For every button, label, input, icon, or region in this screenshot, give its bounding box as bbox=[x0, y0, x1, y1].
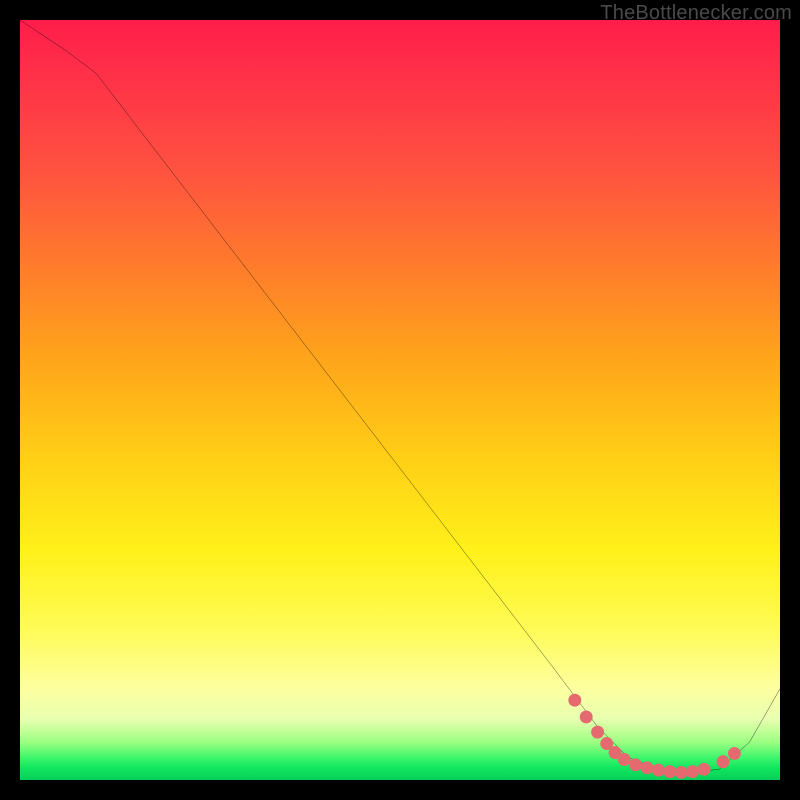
data-marker bbox=[591, 726, 604, 739]
bottleneck-curve bbox=[20, 20, 780, 772]
data-marker bbox=[568, 694, 581, 707]
data-marker bbox=[618, 753, 631, 766]
plot-area bbox=[20, 20, 780, 780]
chart-frame: TheBottlenecker.com bbox=[0, 0, 800, 800]
data-marker bbox=[728, 747, 741, 760]
data-marker bbox=[629, 758, 642, 771]
data-marker bbox=[675, 766, 688, 779]
data-marker bbox=[717, 755, 730, 768]
data-marker bbox=[686, 765, 699, 778]
curve-layer bbox=[20, 20, 780, 780]
data-marker bbox=[580, 710, 593, 723]
data-marker bbox=[663, 765, 676, 778]
watermark-text: TheBottlenecker.com bbox=[600, 2, 792, 25]
data-marker bbox=[698, 763, 711, 776]
data-marker bbox=[641, 761, 654, 774]
marker-group bbox=[568, 694, 741, 779]
data-marker bbox=[652, 764, 665, 777]
